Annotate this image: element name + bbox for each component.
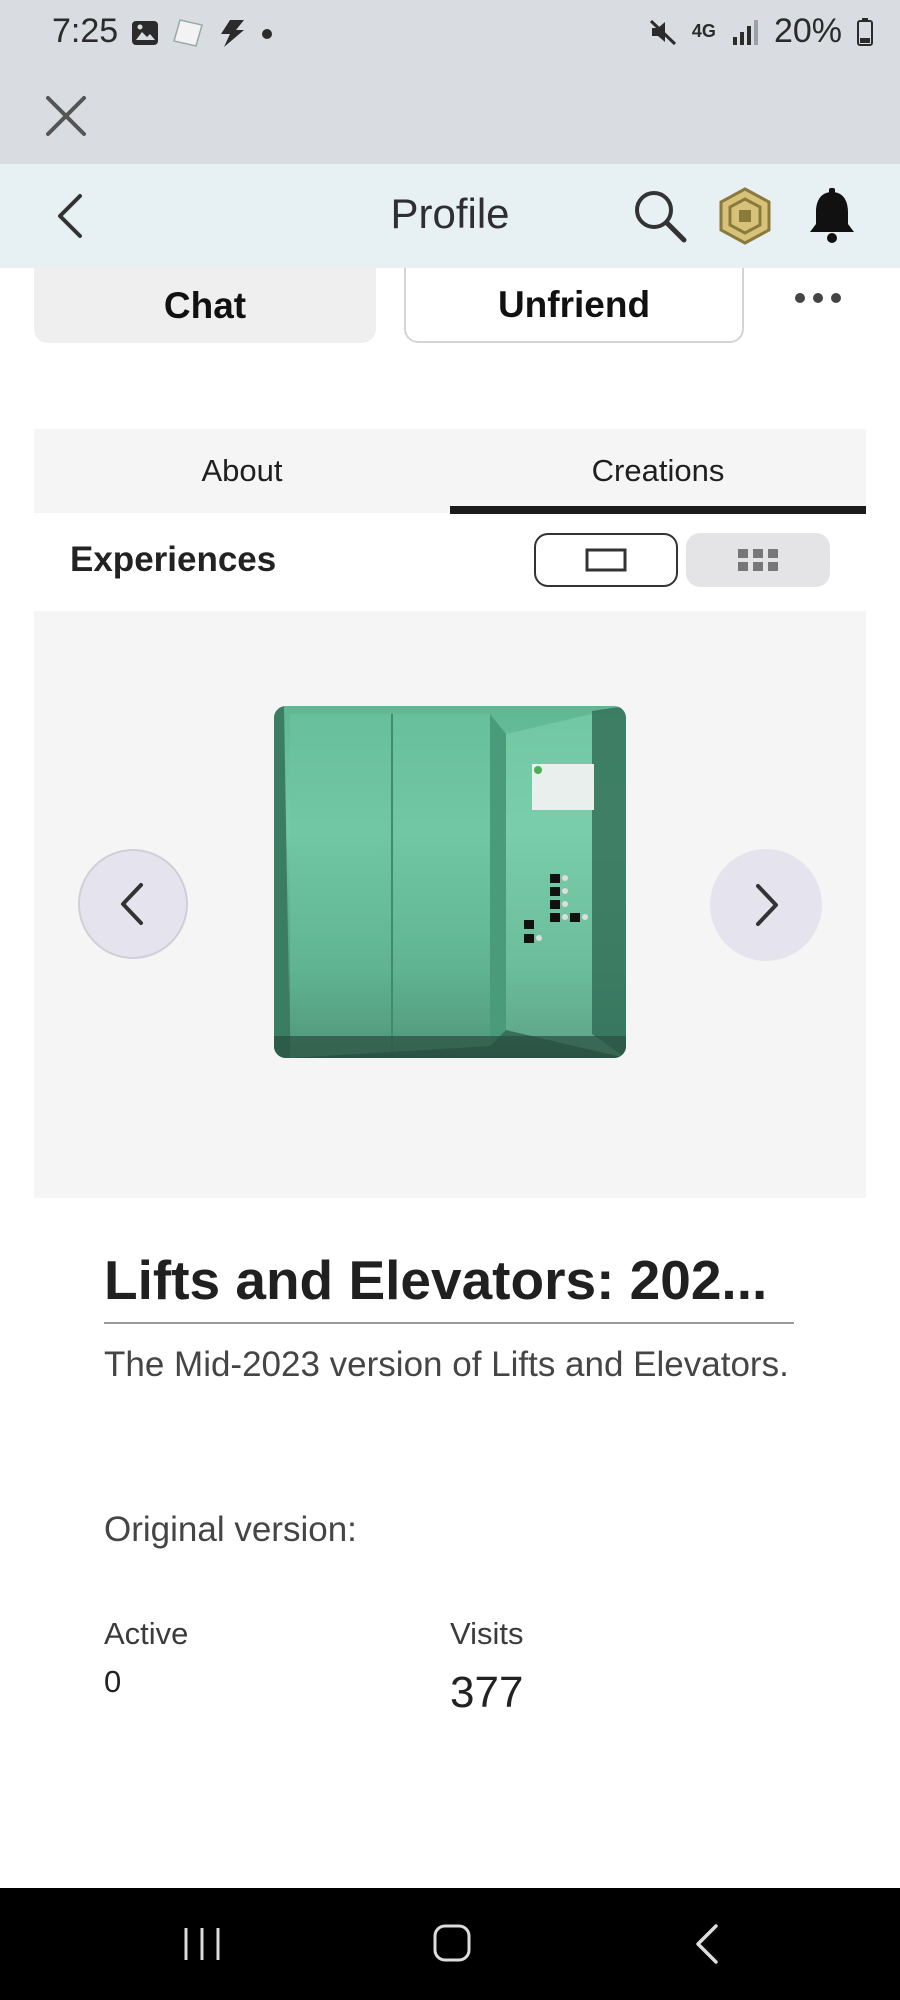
tab-selected-indicator xyxy=(450,506,866,514)
visits-label: Visits xyxy=(450,1616,524,1651)
carousel-prev-button[interactable] xyxy=(78,849,188,959)
elevator-thumbnail-image xyxy=(274,706,626,1058)
recents-button[interactable] xyxy=(178,1924,226,1964)
search-icon xyxy=(635,191,687,243)
close-icon xyxy=(46,96,86,136)
close-button[interactable] xyxy=(38,88,94,144)
experience-thumbnail[interactable] xyxy=(274,706,626,1058)
notification-icons xyxy=(130,18,274,48)
back-icon xyxy=(696,1924,718,1964)
active-value: 0 xyxy=(104,1664,122,1699)
mute-icon xyxy=(649,19,676,45)
tab-creations[interactable]: Creations xyxy=(450,429,866,513)
system-back-button[interactable] xyxy=(690,1922,726,1966)
single-view-toggle[interactable] xyxy=(534,533,678,587)
chevron-right-icon xyxy=(756,884,778,926)
recents-icon xyxy=(184,1928,220,1960)
single-view-icon xyxy=(585,548,627,572)
active-label: Active xyxy=(104,1616,189,1651)
section-title: Experiences xyxy=(70,540,277,579)
unfriend-button[interactable]: Unfriend xyxy=(404,268,744,343)
chevron-left-icon xyxy=(121,883,143,925)
status-time: 7:25 xyxy=(52,12,119,50)
more-icon xyxy=(795,293,841,303)
tab-about[interactable]: About xyxy=(34,429,450,513)
more-options-button[interactable] xyxy=(790,280,846,316)
close-bar xyxy=(0,68,900,164)
status-right: 4G 20% xyxy=(648,12,874,51)
roblox-icon xyxy=(173,19,203,47)
battery-percent: 20% xyxy=(773,12,842,50)
carousel-next-button[interactable] xyxy=(710,849,822,961)
notifications-button[interactable] xyxy=(802,186,862,246)
signal-icon xyxy=(732,19,758,45)
search-button[interactable] xyxy=(630,186,690,246)
grid-view-icon xyxy=(738,549,778,571)
chat-button[interactable]: Chat xyxy=(34,268,376,343)
grid-view-toggle[interactable] xyxy=(686,533,830,587)
robux-button[interactable] xyxy=(716,186,774,246)
network-label: 4G xyxy=(691,21,716,41)
original-version-label: Original version: xyxy=(104,1510,357,1549)
experience-description: The Mid-2023 version of Lifts and Elevat… xyxy=(104,1345,789,1384)
bell-icon xyxy=(810,188,854,243)
image-icon xyxy=(132,21,158,45)
experience-title[interactable]: Lifts and Elevators: 202... xyxy=(104,1248,794,1324)
bolt-icon xyxy=(221,20,244,47)
battery-icon xyxy=(857,17,873,46)
robux-icon xyxy=(719,187,771,245)
dot-icon xyxy=(262,29,272,39)
home-button[interactable] xyxy=(432,1922,472,1964)
visits-value: 377 xyxy=(450,1668,524,1717)
home-icon xyxy=(433,1924,471,1962)
